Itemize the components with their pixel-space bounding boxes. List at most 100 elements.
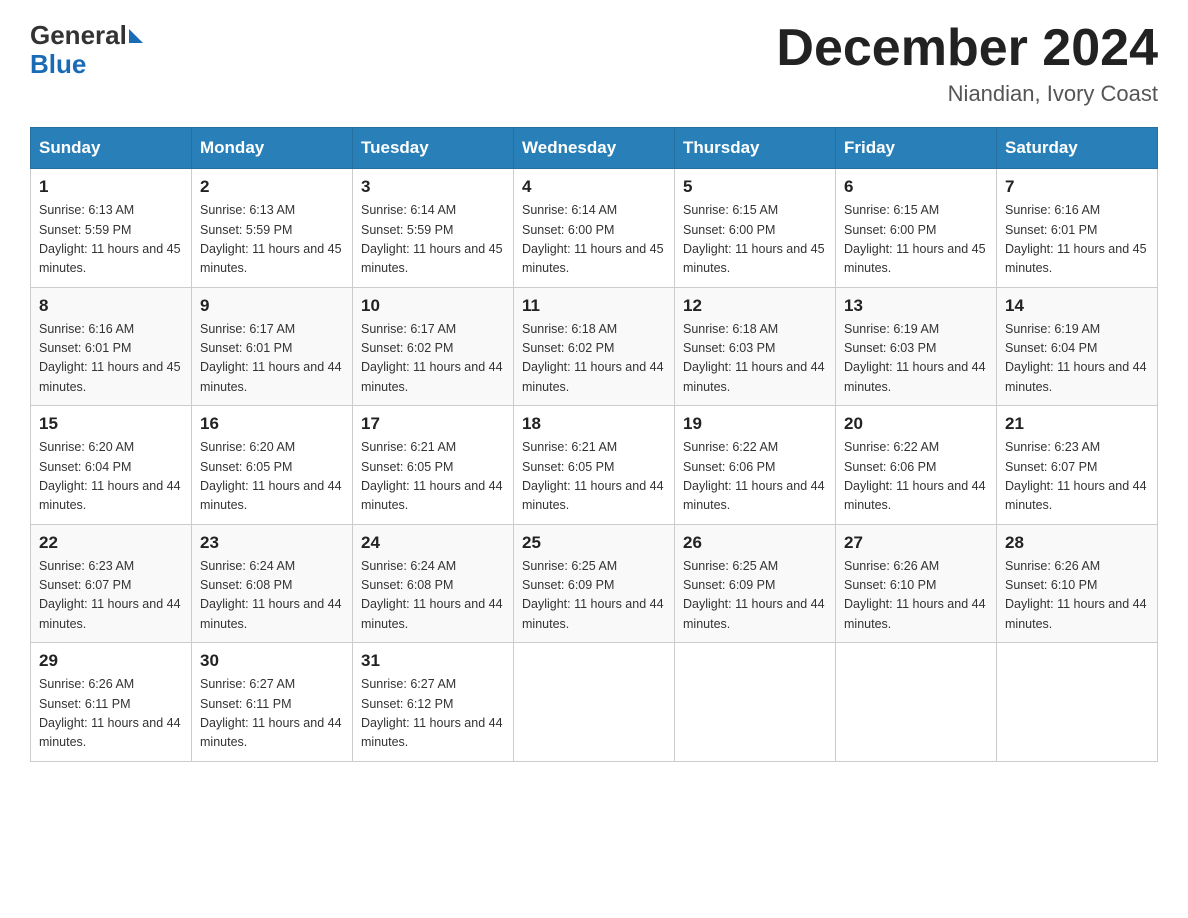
day-number: 6: [844, 177, 988, 197]
day-info: Sunrise: 6:19 AMSunset: 6:04 PMDaylight:…: [1005, 320, 1149, 398]
calendar-cell: 23Sunrise: 6:24 AMSunset: 6:08 PMDayligh…: [192, 524, 353, 643]
day-number: 23: [200, 533, 344, 553]
calendar-cell: 18 Sunrise: 6:21 AMSunset: 6:05 PMDayligh…: [514, 406, 675, 525]
calendar-cell: 11 Sunrise: 6:18 AMSunset: 6:02 PMDayligh…: [514, 287, 675, 406]
calendar-cell: 4 Sunrise: 6:14 AMSunset: 6:00 PMDaylight…: [514, 169, 675, 288]
day-number: 2: [200, 177, 344, 197]
day-number: 4: [522, 177, 666, 197]
day-info: Sunrise: 6:20 AMSunset: 6:04 PMDaylight:…: [39, 438, 183, 516]
day-info: Sunrise: 6:23 AMSunset: 6:07 PMDaylight:…: [39, 557, 183, 635]
calendar-week-row: 8 Sunrise: 6:16 AMSunset: 6:01 PMDaylight…: [31, 287, 1158, 406]
day-number: 8: [39, 296, 183, 316]
calendar-cell: 5 Sunrise: 6:15 AMSunset: 6:00 PMDaylight…: [675, 169, 836, 288]
calendar-cell: 19Sunrise: 6:22 AMSunset: 6:06 PMDayligh…: [675, 406, 836, 525]
day-info: Sunrise: 6:25 AMSunset: 6:09 PMDaylight:…: [683, 557, 827, 635]
weekday-header-thursday: Thursday: [675, 128, 836, 169]
day-info: Sunrise: 6:13 AMSunset: 5:59 PMDaylight:…: [39, 201, 183, 279]
day-number: 24: [361, 533, 505, 553]
day-number: 25: [522, 533, 666, 553]
day-info: Sunrise: 6:16 AMSunset: 6:01 PMDaylight:…: [39, 320, 183, 398]
calendar-cell: 12Sunrise: 6:18 AMSunset: 6:03 PMDayligh…: [675, 287, 836, 406]
day-number: 21: [1005, 414, 1149, 434]
day-number: 28: [1005, 533, 1149, 553]
logo-arrow-icon: [129, 29, 143, 43]
calendar-cell: [514, 643, 675, 762]
calendar-week-row: 22 Sunrise: 6:23 AMSunset: 6:07 PMDayligh…: [31, 524, 1158, 643]
month-title: December 2024: [776, 20, 1158, 77]
day-number: 1: [39, 177, 183, 197]
calendar-cell: 15 Sunrise: 6:20 AMSunset: 6:04 PMDayligh…: [31, 406, 192, 525]
logo: General Blue: [30, 20, 143, 80]
day-number: 14: [1005, 296, 1149, 316]
calendar-cell: 6 Sunrise: 6:15 AMSunset: 6:00 PMDaylight…: [836, 169, 997, 288]
day-info: Sunrise: 6:14 AMSunset: 6:00 PMDaylight:…: [522, 201, 666, 279]
day-info: Sunrise: 6:25 AMSunset: 6:09 PMDaylight:…: [522, 557, 666, 635]
day-info: Sunrise: 6:26 AMSunset: 6:10 PMDaylight:…: [1005, 557, 1149, 635]
day-number: 5: [683, 177, 827, 197]
day-number: 26: [683, 533, 827, 553]
calendar-cell: 3 Sunrise: 6:14 AMSunset: 5:59 PMDaylight…: [353, 169, 514, 288]
day-info: Sunrise: 6:15 AMSunset: 6:00 PMDaylight:…: [844, 201, 988, 279]
day-info: Sunrise: 6:15 AMSunset: 6:00 PMDaylight:…: [683, 201, 827, 279]
day-info: Sunrise: 6:22 AMSunset: 6:06 PMDaylight:…: [683, 438, 827, 516]
day-number: 30: [200, 651, 344, 671]
day-info: Sunrise: 6:16 AMSunset: 6:01 PMDaylight:…: [1005, 201, 1149, 279]
day-number: 11: [522, 296, 666, 316]
calendar-week-row: 29Sunrise: 6:26 AMSunset: 6:11 PMDayligh…: [31, 643, 1158, 762]
day-number: 22: [39, 533, 183, 553]
day-info: Sunrise: 6:17 AMSunset: 6:02 PMDaylight:…: [361, 320, 505, 398]
day-info: Sunrise: 6:22 AMSunset: 6:06 PMDaylight:…: [844, 438, 988, 516]
logo-general-text: General: [30, 20, 127, 51]
day-info: Sunrise: 6:19 AMSunset: 6:03 PMDaylight:…: [844, 320, 988, 398]
calendar-table: SundayMondayTuesdayWednesdayThursdayFrid…: [30, 127, 1158, 762]
calendar-cell: 1 Sunrise: 6:13 AMSunset: 5:59 PMDaylight…: [31, 169, 192, 288]
title-block: December 2024 Niandian, Ivory Coast: [776, 20, 1158, 107]
calendar-cell: 26 Sunrise: 6:25 AMSunset: 6:09 PMDayligh…: [675, 524, 836, 643]
day-info: Sunrise: 6:14 AMSunset: 5:59 PMDaylight:…: [361, 201, 505, 279]
day-number: 17: [361, 414, 505, 434]
day-info: Sunrise: 6:27 AMSunset: 6:12 PMDaylight:…: [361, 675, 505, 753]
calendar-cell: 27 Sunrise: 6:26 AMSunset: 6:10 PMDayligh…: [836, 524, 997, 643]
day-number: 18: [522, 414, 666, 434]
weekday-header-friday: Friday: [836, 128, 997, 169]
weekday-header-wednesday: Wednesday: [514, 128, 675, 169]
weekday-header-row: SundayMondayTuesdayWednesdayThursdayFrid…: [31, 128, 1158, 169]
day-info: Sunrise: 6:26 AMSunset: 6:11 PMDaylight:…: [39, 675, 183, 753]
calendar-cell: [675, 643, 836, 762]
day-info: Sunrise: 6:21 AMSunset: 6:05 PMDaylight:…: [361, 438, 505, 516]
day-number: 16: [200, 414, 344, 434]
calendar-cell: 8 Sunrise: 6:16 AMSunset: 6:01 PMDaylight…: [31, 287, 192, 406]
day-number: 31: [361, 651, 505, 671]
calendar-cell: [997, 643, 1158, 762]
day-info: Sunrise: 6:26 AMSunset: 6:10 PMDaylight:…: [844, 557, 988, 635]
weekday-header-tuesday: Tuesday: [353, 128, 514, 169]
day-number: 27: [844, 533, 988, 553]
day-number: 3: [361, 177, 505, 197]
day-info: Sunrise: 6:17 AMSunset: 6:01 PMDaylight:…: [200, 320, 344, 398]
calendar-cell: 7Sunrise: 6:16 AMSunset: 6:01 PMDaylight…: [997, 169, 1158, 288]
calendar-cell: 20Sunrise: 6:22 AMSunset: 6:06 PMDayligh…: [836, 406, 997, 525]
calendar-cell: 14 Sunrise: 6:19 AMSunset: 6:04 PMDayligh…: [997, 287, 1158, 406]
calendar-cell: 13 Sunrise: 6:19 AMSunset: 6:03 PMDayligh…: [836, 287, 997, 406]
calendar-cell: 17 Sunrise: 6:21 AMSunset: 6:05 PMDayligh…: [353, 406, 514, 525]
weekday-header-sunday: Sunday: [31, 128, 192, 169]
day-number: 13: [844, 296, 988, 316]
calendar-cell: 24 Sunrise: 6:24 AMSunset: 6:08 PMDayligh…: [353, 524, 514, 643]
day-info: Sunrise: 6:18 AMSunset: 6:02 PMDaylight:…: [522, 320, 666, 398]
calendar-cell: 25 Sunrise: 6:25 AMSunset: 6:09 PMDayligh…: [514, 524, 675, 643]
page-header: General Blue December 2024 Niandian, Ivo…: [30, 20, 1158, 107]
calendar-cell: 28 Sunrise: 6:26 AMSunset: 6:10 PMDayligh…: [997, 524, 1158, 643]
calendar-week-row: 1 Sunrise: 6:13 AMSunset: 5:59 PMDaylight…: [31, 169, 1158, 288]
calendar-cell: 22 Sunrise: 6:23 AMSunset: 6:07 PMDayligh…: [31, 524, 192, 643]
day-info: Sunrise: 6:20 AMSunset: 6:05 PMDaylight:…: [200, 438, 344, 516]
day-info: Sunrise: 6:24 AMSunset: 6:08 PMDaylight:…: [361, 557, 505, 635]
day-number: 15: [39, 414, 183, 434]
day-number: 9: [200, 296, 344, 316]
day-info: Sunrise: 6:23 AMSunset: 6:07 PMDaylight:…: [1005, 438, 1149, 516]
calendar-cell: 16 Sunrise: 6:20 AMSunset: 6:05 PMDayligh…: [192, 406, 353, 525]
logo-blue-text: Blue: [30, 49, 86, 80]
day-info: Sunrise: 6:21 AMSunset: 6:05 PMDaylight:…: [522, 438, 666, 516]
location-subtitle: Niandian, Ivory Coast: [776, 81, 1158, 107]
calendar-cell: [836, 643, 997, 762]
calendar-cell: 30Sunrise: 6:27 AMSunset: 6:11 PMDayligh…: [192, 643, 353, 762]
